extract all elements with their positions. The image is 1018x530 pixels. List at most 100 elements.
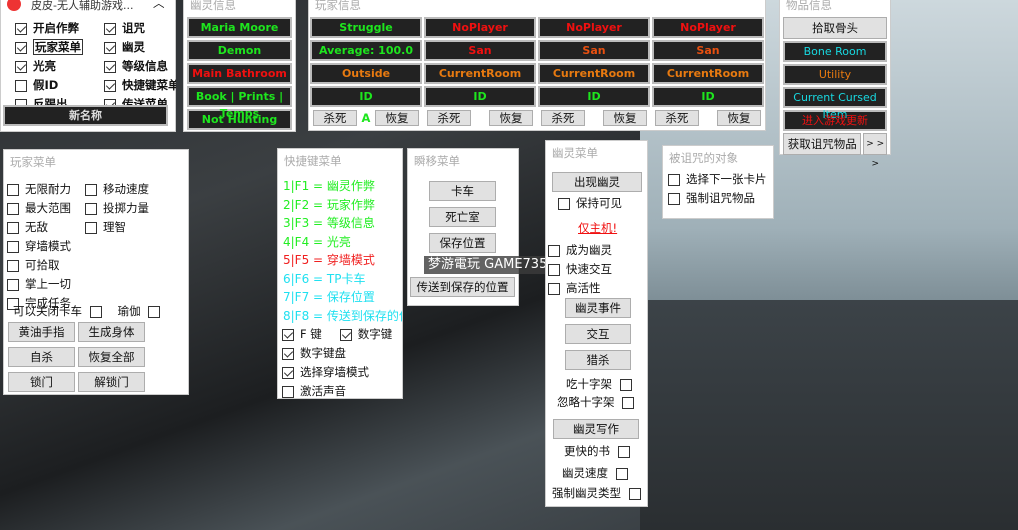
save-position-button[interactable]: 保存位置 <box>429 233 496 253</box>
kill-button[interactable]: 杀死 <box>313 110 357 126</box>
checkbox[interactable] <box>282 366 294 379</box>
force-ghost-type-row[interactable]: 强制幽灵类型 <box>552 484 647 503</box>
checkbox[interactable] <box>15 41 27 54</box>
checkbox[interactable] <box>558 197 570 210</box>
interact-button[interactable]: 交互 <box>565 324 631 344</box>
pickup-bone-button[interactable]: 拾取骨头 <box>783 17 887 39</box>
hotkey-option[interactable]: 选择穿墙模式 <box>282 363 402 382</box>
check-ghost[interactable]: 幽灵 <box>104 38 176 57</box>
ghost-event-button[interactable]: 幽灵事件 <box>565 298 631 318</box>
check-hotkey-menu[interactable]: 快捷键菜单 <box>104 76 176 95</box>
checkbox[interactable] <box>7 240 19 253</box>
checkbox[interactable] <box>548 282 560 295</box>
checkbox[interactable] <box>7 221 19 234</box>
keep-visible-row[interactable]: 保持可见 <box>558 194 622 213</box>
player-option[interactable]: 掌上一切 <box>7 275 71 294</box>
checkbox[interactable] <box>7 183 19 196</box>
ghost-option[interactable]: 成为幽灵 <box>548 241 612 260</box>
hotkey-item: 3|F3 = 等级信息 <box>283 216 375 230</box>
player-id: ID <box>424 86 536 107</box>
player-option[interactable]: 移动速度 <box>85 180 149 199</box>
player-action-button[interactable]: 锁门 <box>8 372 75 392</box>
player-action-button[interactable]: 恢复全部 <box>78 347 145 367</box>
check-player-menu[interactable]: 玩家菜单 <box>15 38 83 57</box>
checkbox[interactable] <box>7 259 19 272</box>
ghost-option[interactable]: 高活性 <box>548 279 612 298</box>
teleport-truck-button[interactable]: 卡车 <box>429 181 496 201</box>
spawn-ghost-button[interactable]: 出现幽灵 <box>552 172 642 192</box>
num-key-checkbox[interactable] <box>339 328 352 341</box>
player-option[interactable]: 理智 <box>85 218 149 237</box>
item-info-field: Bone Room <box>783 41 887 62</box>
checkbox[interactable] <box>668 173 680 186</box>
kill-button[interactable]: 杀死 <box>541 110 585 126</box>
ghost-option[interactable]: 快速交互 <box>548 260 612 279</box>
label: 移动速度 <box>103 182 149 196</box>
check-curse[interactable]: 诅咒 <box>104 19 176 38</box>
close-truck-checkbox[interactable] <box>89 305 102 318</box>
player-option[interactable]: 无限耐力 <box>7 180 71 199</box>
collapse-chevron-icon[interactable]: ︿ <box>153 0 165 11</box>
hunt-button[interactable]: 猎杀 <box>565 350 631 370</box>
teleport-saved-position-button[interactable]: 传送到保存的位置 <box>410 277 515 297</box>
force-cursed-item-row[interactable]: 强制诅咒物品 <box>668 189 773 208</box>
label: F 键 <box>300 327 322 341</box>
hotkey-option[interactable]: 激活声音 <box>282 382 402 398</box>
host-only-link[interactable]: 仅主机! <box>578 220 617 236</box>
checkbox[interactable] <box>668 192 680 205</box>
checkbox[interactable] <box>628 487 641 500</box>
checkbox[interactable] <box>15 22 27 35</box>
checkbox[interactable] <box>104 79 116 92</box>
ghost-writing-button[interactable]: 幽灵写作 <box>553 419 639 439</box>
player-option[interactable]: 最大范围 <box>7 199 71 218</box>
kill-button[interactable]: 杀死 <box>655 110 699 126</box>
player-option[interactable]: 穿墙模式 <box>7 237 71 256</box>
new-name-button[interactable]: 新名称 <box>3 105 168 126</box>
check-cheat[interactable]: 开启作弊 <box>15 19 83 38</box>
player-action-button[interactable]: 自杀 <box>8 347 75 367</box>
player-action-button[interactable]: 解锁门 <box>78 372 145 392</box>
check-level-info[interactable]: 等级信息 <box>104 57 176 76</box>
checkbox[interactable] <box>615 467 628 480</box>
player-action-button[interactable]: 黄油手指 <box>8 322 75 342</box>
select-next-card-row[interactable]: 选择下一张卡片 <box>668 170 773 189</box>
checkbox[interactable] <box>619 378 632 391</box>
checkbox[interactable] <box>548 263 560 276</box>
check-light[interactable]: 光亮 <box>15 57 83 76</box>
eat-cross-row[interactable]: 吃十字架 <box>566 375 638 394</box>
player-option[interactable]: 投掷力量 <box>85 199 149 218</box>
checkbox[interactable] <box>617 445 630 458</box>
ignore-cross-row[interactable]: 忽略十字架 <box>557 393 640 412</box>
checkbox[interactable] <box>7 202 19 215</box>
checkbox[interactable] <box>15 60 27 73</box>
teleport-death-room-button[interactable]: 死亡室 <box>429 207 496 227</box>
get-cursed-item-button[interactable]: 获取诅咒物品 <box>783 133 862 155</box>
more-button[interactable]: > > > <box>863 133 887 169</box>
checkbox[interactable] <box>85 183 97 196</box>
kill-button[interactable]: 杀死 <box>427 110 471 126</box>
ghost-speed-row[interactable]: 幽灵速度 <box>562 464 634 483</box>
checkbox[interactable] <box>622 396 635 409</box>
revive-button[interactable]: 恢复 <box>489 110 533 126</box>
revive-button[interactable]: 恢复 <box>375 110 419 126</box>
checkbox[interactable] <box>15 79 27 92</box>
player-action-button[interactable]: 生成身体 <box>78 322 145 342</box>
revive-button[interactable]: 恢复 <box>717 110 761 126</box>
checkbox[interactable] <box>7 278 19 291</box>
player-option[interactable]: 无敌 <box>7 218 71 237</box>
checkbox[interactable] <box>104 41 116 54</box>
faster-book-row[interactable]: 更快的书 <box>564 442 636 461</box>
hotkey-option[interactable]: 数字键盘 <box>282 344 402 363</box>
checkbox[interactable] <box>104 22 116 35</box>
checkbox[interactable] <box>85 221 97 234</box>
checkbox[interactable] <box>282 385 294 398</box>
f-key-checkbox[interactable] <box>282 328 294 341</box>
checkbox[interactable] <box>548 244 560 257</box>
checkbox[interactable] <box>85 202 97 215</box>
checkbox[interactable] <box>282 347 294 360</box>
check-fake-id[interactable]: 假ID <box>15 76 83 95</box>
player-option[interactable]: 可拾取 <box>7 256 71 275</box>
revive-button[interactable]: 恢复 <box>603 110 647 126</box>
yoga-checkbox[interactable] <box>148 305 161 318</box>
checkbox[interactable] <box>104 60 116 73</box>
